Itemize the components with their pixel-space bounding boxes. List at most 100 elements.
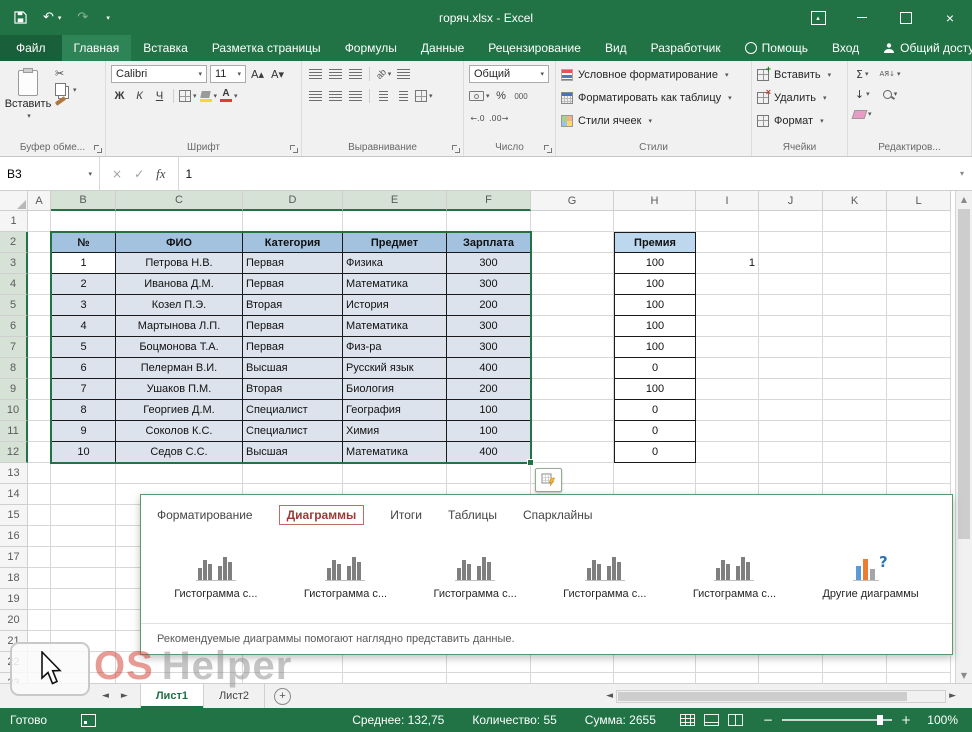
qa-tab-Таблицы[interactable]: Таблицы: [448, 506, 497, 524]
cell-B20[interactable]: [51, 610, 116, 631]
clipboard-dialog-launcher[interactable]: [94, 145, 102, 153]
cell-C8[interactable]: Пелерман В.И.: [116, 358, 243, 379]
cell-F6[interactable]: 300: [447, 316, 531, 337]
underline-button[interactable]: Ч: [151, 87, 168, 105]
cell-J10[interactable]: [759, 400, 823, 421]
row-header-1[interactable]: 1: [0, 211, 28, 232]
font-color-button[interactable]: А▾: [220, 87, 238, 105]
cell-B9[interactable]: 7: [51, 379, 116, 400]
cell-J13[interactable]: [759, 463, 823, 484]
ribbon-tab-Разметка страницы[interactable]: Разметка страницы: [200, 35, 333, 61]
cell-I1[interactable]: [696, 211, 759, 232]
cell-A11[interactable]: [28, 421, 51, 442]
cell-B5[interactable]: 3: [51, 295, 116, 316]
cell-J9[interactable]: [759, 379, 823, 400]
minimize-button[interactable]: [840, 0, 884, 35]
ribbon-tab-Вход[interactable]: Вход: [820, 35, 871, 61]
cell-C10[interactable]: Георгиев Д.М.: [116, 400, 243, 421]
number-dialog-launcher[interactable]: [544, 145, 552, 153]
cell-C11[interactable]: Соколов К.С.: [116, 421, 243, 442]
cell-D12[interactable]: Высшая: [243, 442, 343, 463]
cell-G1[interactable]: [531, 211, 614, 232]
increase-indent-button[interactable]: [395, 87, 412, 105]
cell-E7[interactable]: Физ-ра: [343, 337, 447, 358]
cell-D3[interactable]: Первая: [243, 253, 343, 274]
cell-D23[interactable]: [243, 673, 343, 683]
cell-D9[interactable]: Вторая: [243, 379, 343, 400]
cancel-button[interactable]: ×: [112, 167, 122, 181]
cell-G10[interactable]: [531, 400, 614, 421]
find-select-button[interactable]: ▾: [880, 85, 901, 103]
cell-H1[interactable]: [614, 211, 696, 232]
cell-L2[interactable]: [887, 232, 951, 253]
cell-G11[interactable]: [531, 421, 614, 442]
cell-F10[interactable]: 100: [447, 400, 531, 421]
cell-G22[interactable]: [531, 652, 614, 673]
ribbon-tab-Общий доступ[interactable]: Общий доступ: [871, 35, 972, 61]
cell-H9[interactable]: 100: [614, 379, 696, 400]
cell-F7[interactable]: 300: [447, 337, 531, 358]
column-header-I[interactable]: I: [696, 191, 759, 211]
page-layout-view-icon[interactable]: [704, 714, 719, 726]
qa-item-1[interactable]: Гистограмма с...: [174, 552, 257, 600]
row-header-20[interactable]: 20: [0, 610, 28, 631]
column-header-D[interactable]: D: [243, 191, 343, 211]
cell-H2[interactable]: Премия: [614, 232, 696, 253]
customize-qat-button[interactable]: ▾: [104, 14, 110, 22]
cell-H6[interactable]: 100: [614, 316, 696, 337]
column-header-H[interactable]: H: [614, 191, 696, 211]
column-header-K[interactable]: K: [823, 191, 887, 211]
enter-button[interactable]: ✓: [134, 167, 144, 181]
accounting-format-button[interactable]: ▾: [469, 87, 490, 105]
ribbon-tab-Главная[interactable]: Главная: [62, 35, 132, 61]
cell-C3[interactable]: Петрова Н.В.: [116, 253, 243, 274]
cell-A4[interactable]: [28, 274, 51, 295]
column-header-J[interactable]: J: [759, 191, 823, 211]
row-header-4[interactable]: 4: [0, 274, 28, 295]
cell-A1[interactable]: [28, 211, 51, 232]
cell-H22[interactable]: [614, 652, 696, 673]
cell-A5[interactable]: [28, 295, 51, 316]
cell-K8[interactable]: [823, 358, 887, 379]
row-header-17[interactable]: 17: [0, 547, 28, 568]
fill-button[interactable]: ↓▾: [853, 85, 872, 103]
cell-B10[interactable]: 8: [51, 400, 116, 421]
cell-B18[interactable]: [51, 568, 116, 589]
font-dialog-launcher[interactable]: [290, 145, 298, 153]
prev-sheet-icon[interactable]: ◄: [102, 691, 109, 701]
cell-B19[interactable]: [51, 589, 116, 610]
row-header-19[interactable]: 19: [0, 589, 28, 610]
cell-I13[interactable]: [696, 463, 759, 484]
save-button[interactable]: [14, 11, 27, 24]
orientation-button[interactable]: ab▾: [375, 65, 392, 83]
scroll-left-icon[interactable]: ◄: [606, 691, 613, 701]
row-header-9[interactable]: 9: [0, 379, 28, 400]
ribbon-tab-Вставка[interactable]: Вставка: [131, 35, 200, 61]
cell-G2[interactable]: [531, 232, 614, 253]
redo-button[interactable]: ↷: [77, 10, 88, 25]
cell-A20[interactable]: [28, 610, 51, 631]
cell-B6[interactable]: 4: [51, 316, 116, 337]
cell-A13[interactable]: [28, 463, 51, 484]
cell-G7[interactable]: [531, 337, 614, 358]
cell-H13[interactable]: [614, 463, 696, 484]
cell-J11[interactable]: [759, 421, 823, 442]
quick-analysis-button[interactable]: [535, 468, 562, 492]
cell-E11[interactable]: Химия: [343, 421, 447, 442]
row-header-6[interactable]: 6: [0, 316, 28, 337]
cell-F4[interactable]: 300: [447, 274, 531, 295]
vertical-scroll-thumb[interactable]: [958, 209, 970, 539]
row-header-16[interactable]: 16: [0, 526, 28, 547]
cell-B13[interactable]: [51, 463, 116, 484]
cell-E2[interactable]: Предмет: [343, 232, 447, 253]
cell-J4[interactable]: [759, 274, 823, 295]
cell-K13[interactable]: [823, 463, 887, 484]
cell-I11[interactable]: [696, 421, 759, 442]
cell-I5[interactable]: [696, 295, 759, 316]
cell-K12[interactable]: [823, 442, 887, 463]
expand-formula-bar-button[interactable]: ▾: [952, 157, 972, 190]
sort-filter-button[interactable]: АЯ↓▾: [880, 65, 901, 83]
cell-A9[interactable]: [28, 379, 51, 400]
cell-C12[interactable]: Седов С.С.: [116, 442, 243, 463]
cell-C1[interactable]: [116, 211, 243, 232]
